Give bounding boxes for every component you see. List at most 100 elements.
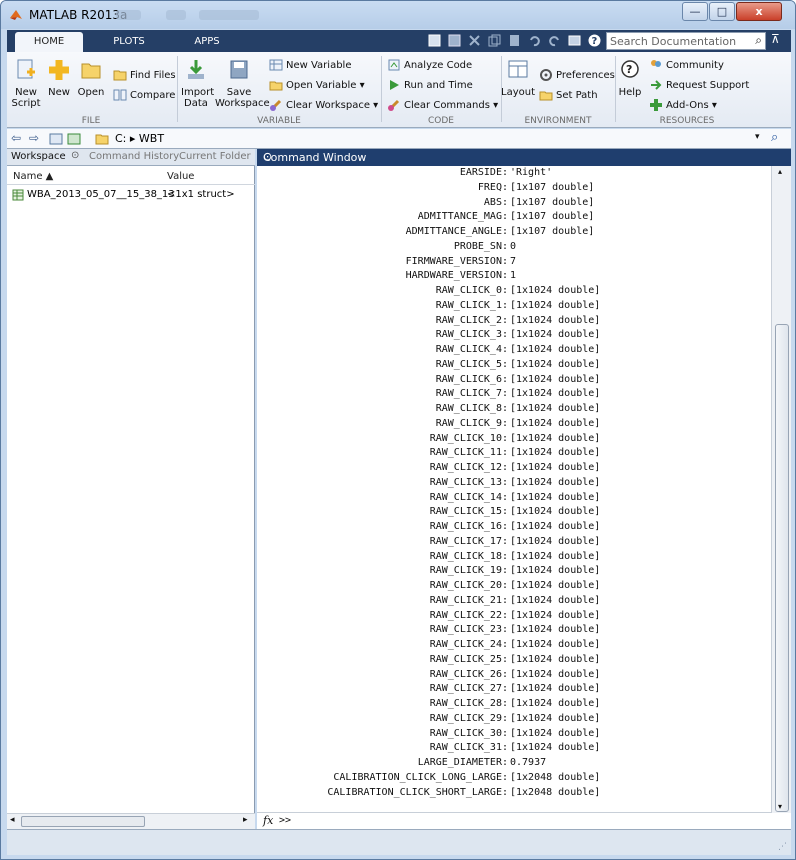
field-value: [1x107 double] xyxy=(510,181,595,193)
command-output-line: RAW_CLICK_19: [1x1024 double] xyxy=(257,565,771,580)
tab-apps[interactable]: APPS xyxy=(177,32,237,52)
undo-icon[interactable] xyxy=(527,33,542,48)
field-value: [1x1024 double] xyxy=(510,299,601,311)
request-support-button[interactable]: Request Support xyxy=(649,78,749,92)
search-folder-icon[interactable]: ⌕ xyxy=(771,130,778,145)
command-output-line: RAW_CLICK_30: [1x1024 double] xyxy=(257,728,771,743)
function-browser-icon[interactable]: fx xyxy=(263,814,273,827)
command-output-line: RAW_CLICK_29: [1x1024 double] xyxy=(257,713,771,728)
field-name: ADMITTANCE_ANGLE: xyxy=(405,226,508,237)
horizontal-scrollbar[interactable]: ◂ ▸ xyxy=(7,813,255,829)
field-value: [1x1024 double] xyxy=(510,388,601,400)
up-folder-icon[interactable] xyxy=(49,132,63,146)
struct-variable-icon xyxy=(12,189,24,201)
clear-workspace-button[interactable]: Clear Workspace ▾ xyxy=(269,98,378,112)
tab-plots[interactable]: PLOTS xyxy=(95,32,163,52)
field-name: RAW_CLICK_21: xyxy=(429,594,508,606)
copy-icon[interactable] xyxy=(487,33,502,48)
set-path-button[interactable]: Set Path xyxy=(539,88,598,102)
field-value: [1x1024 double] xyxy=(510,712,601,724)
field-name: RAW_CLICK_17: xyxy=(429,535,508,547)
field-name: CALIBRATION_CLICK_LONG_LARGE: xyxy=(333,771,508,783)
run-and-time-label: Run and Time xyxy=(404,80,473,91)
scroll-right-icon[interactable]: ▸ xyxy=(243,815,248,825)
layout-label: Layout xyxy=(501,87,535,98)
path-dropdown-icon[interactable]: ▾ xyxy=(755,132,760,142)
command-window-actions-icon[interactable]: ⊙ xyxy=(263,150,785,163)
resize-grip-icon[interactable]: ⋰ xyxy=(778,842,787,852)
pin-ribbon-icon[interactable]: ⊼ xyxy=(771,32,780,46)
scroll-down-icon[interactable]: ▾ xyxy=(778,802,782,811)
redo-icon[interactable] xyxy=(547,33,562,48)
tab-workspace[interactable]: Workspace xyxy=(11,151,66,162)
new-button[interactable]: New xyxy=(45,58,73,98)
switch-windows-icon[interactable] xyxy=(567,33,582,48)
field-value: [1x1024 double] xyxy=(510,609,601,621)
field-name: EARSIDE: xyxy=(459,167,508,178)
current-folder-path[interactable]: C: ▸ WBT xyxy=(115,132,164,145)
maximize-button[interactable]: □ xyxy=(709,2,735,21)
help-icon[interactable]: ? xyxy=(587,33,602,48)
browse-folder-icon[interactable] xyxy=(67,132,81,146)
preferences-button[interactable]: Preferences xyxy=(539,68,615,82)
command-prompt[interactable]: fx >> xyxy=(257,812,771,829)
command-output-line: RAW_CLICK_26: [1x1024 double] xyxy=(257,669,771,684)
import-data-button[interactable]: Import Data xyxy=(181,58,214,109)
open-button[interactable]: Open xyxy=(77,58,105,98)
vertical-scrollbar[interactable]: ▴ ▾ xyxy=(771,166,791,813)
scrollbar-thumb[interactable] xyxy=(21,816,145,827)
command-output-line: RAW_CLICK_0: [1x1024 double] xyxy=(257,285,771,300)
command-output-line: RAW_CLICK_8: [1x1024 double] xyxy=(257,403,771,418)
find-files-label: Find Files xyxy=(130,70,176,81)
field-value: [1x107 double] xyxy=(510,196,595,208)
back-arrow-icon[interactable]: ⇦ xyxy=(11,131,21,145)
find-files-button[interactable]: Find Files xyxy=(113,68,176,82)
forward-arrow-icon[interactable]: ⇨ xyxy=(29,131,39,145)
tab-command-history[interactable]: Command History xyxy=(89,151,179,162)
search-documentation-input[interactable]: Search Documentation ⌕ xyxy=(606,32,766,50)
search-icon[interactable]: ⌕ xyxy=(755,33,762,48)
workspace-actions-icon[interactable]: ⊙ xyxy=(71,150,79,161)
field-value: [1x1024 double] xyxy=(510,639,601,650)
column-header-value[interactable]: Value xyxy=(167,171,194,182)
tab-home[interactable]: HOME xyxy=(15,32,83,52)
column-header-name[interactable]: Name ▲ xyxy=(13,171,53,182)
preferences-gear-icon xyxy=(540,69,552,81)
field-name: RAW_CLICK_6: xyxy=(435,373,508,385)
table-row[interactable]: WBA_2013_05_07__15_38_13 <1x1 struct> xyxy=(7,187,255,203)
close-button[interactable]: x xyxy=(736,2,782,21)
field-name: RAW_CLICK_4: xyxy=(435,344,508,355)
new-variable-label: New Variable xyxy=(286,60,352,71)
field-value: [1x1024 double] xyxy=(510,462,601,473)
command-output-line: RAW_CLICK_3: [1x1024 double] xyxy=(257,329,771,344)
field-name: ADMITTANCE_MAG: xyxy=(417,211,508,223)
analyze-code-button[interactable]: Analyze Code xyxy=(387,58,472,72)
new-variable-button[interactable]: New Variable xyxy=(269,58,351,72)
scrollbar-thumb[interactable] xyxy=(775,324,789,812)
run-and-time-button[interactable]: Run and Time xyxy=(387,78,473,92)
scroll-up-icon[interactable]: ▴ xyxy=(778,167,782,176)
new-script-button[interactable]: New Script xyxy=(11,58,41,109)
compare-button[interactable]: Compare xyxy=(113,88,175,102)
scroll-left-icon[interactable]: ◂ xyxy=(10,815,15,825)
field-name: ABS: xyxy=(483,196,508,208)
save-icon[interactable] xyxy=(447,33,462,48)
community-button[interactable]: Community xyxy=(649,58,724,72)
add-ons-button[interactable]: Add-Ons ▾ xyxy=(649,98,717,112)
tab-current-folder[interactable]: Current Folder xyxy=(179,151,251,162)
svg-text:?: ? xyxy=(626,63,632,76)
new-variable-icon xyxy=(269,59,283,71)
field-value: 1 xyxy=(510,270,517,282)
help-button[interactable]: ? Help xyxy=(617,58,643,98)
open-variable-button[interactable]: Open Variable ▾ xyxy=(269,78,365,92)
save-workspace-button[interactable]: Save Workspace xyxy=(215,58,270,109)
field-value: [1x1024 double] xyxy=(510,314,601,326)
paste-icon[interactable] xyxy=(507,33,522,48)
command-output-line: PROBE_SN: 0 xyxy=(257,241,771,256)
new-icon[interactable] xyxy=(427,33,442,48)
minimize-button[interactable]: — xyxy=(682,2,708,21)
clear-commands-button[interactable]: Clear Commands ▾ xyxy=(387,98,498,112)
cut-icon[interactable] xyxy=(467,33,482,48)
layout-button[interactable]: Layout xyxy=(501,58,535,98)
field-value: [1x2048 double] xyxy=(510,771,601,783)
